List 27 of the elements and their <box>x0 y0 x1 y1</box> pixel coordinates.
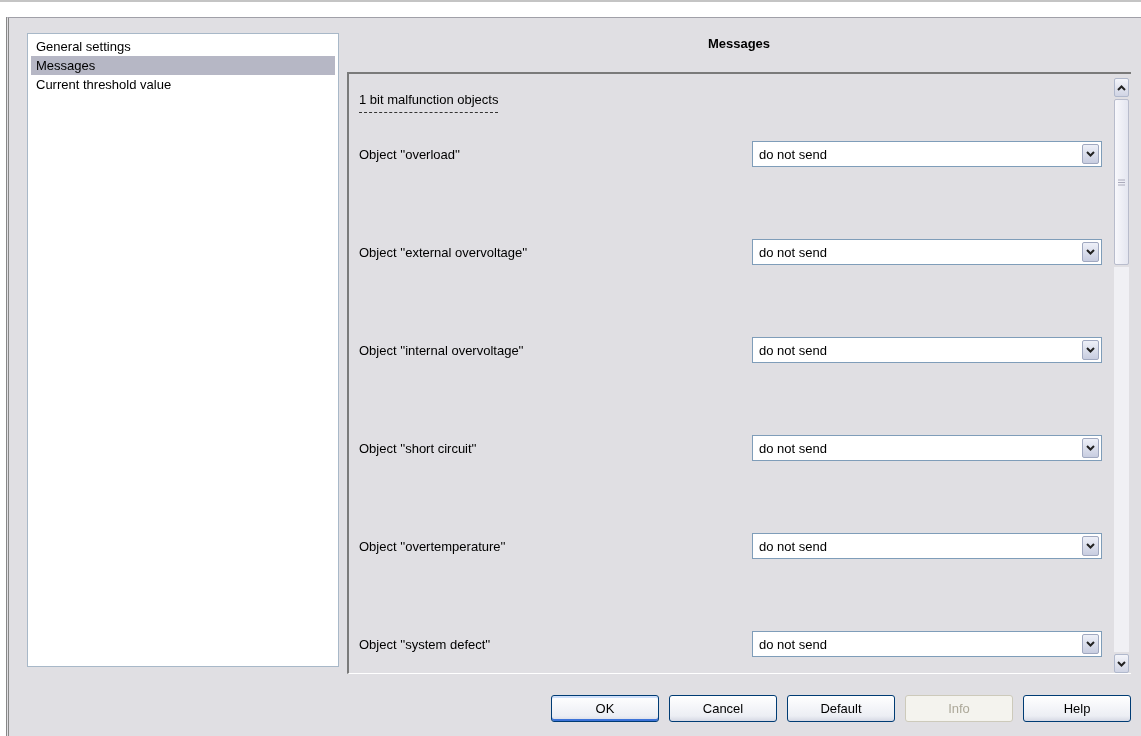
parameter-label: Object ''internal overvoltage'' <box>359 342 524 358</box>
dialog-button[interactable]: Default <box>787 695 895 722</box>
section-heading: 1 bit malfunction objects <box>359 92 499 113</box>
dropdown[interactable]: do not send <box>752 141 1102 167</box>
dialog-button[interactable]: Cancel <box>669 695 777 722</box>
list-item[interactable]: Messages <box>31 56 335 75</box>
parameter-label: Object ''overload'' <box>359 146 460 162</box>
scroll-down-button[interactable] <box>1114 654 1129 673</box>
parameter-label: Object ''overtemperature'' <box>359 538 506 554</box>
dropdown[interactable]: do not send <box>752 337 1102 363</box>
parameter-label: Object ''system defect'' <box>359 636 491 652</box>
list-item[interactable]: General settings <box>31 37 335 56</box>
dropdown[interactable]: do not send <box>752 239 1102 265</box>
panel-title: Messages <box>706 35 772 53</box>
list-item[interactable]: Current threshold value <box>31 75 335 94</box>
dialog-button[interactable]: OK <box>551 695 659 722</box>
scroll-thumb[interactable] <box>1114 99 1129 265</box>
dialog-button[interactable]: Help <box>1023 695 1131 722</box>
parameter-label: Object ''short circuit'' <box>359 440 477 456</box>
scroll-up-button[interactable] <box>1114 78 1129 97</box>
dropdown[interactable]: do not send <box>752 631 1102 657</box>
grip-icon <box>1118 178 1125 186</box>
dropdown[interactable]: do not send <box>752 435 1102 461</box>
chevron-down-icon <box>1117 660 1126 667</box>
parameter-label: Object ''external overvoltage'' <box>359 244 528 260</box>
dropdown[interactable]: do not send <box>752 533 1102 559</box>
chevron-up-icon <box>1117 84 1126 91</box>
